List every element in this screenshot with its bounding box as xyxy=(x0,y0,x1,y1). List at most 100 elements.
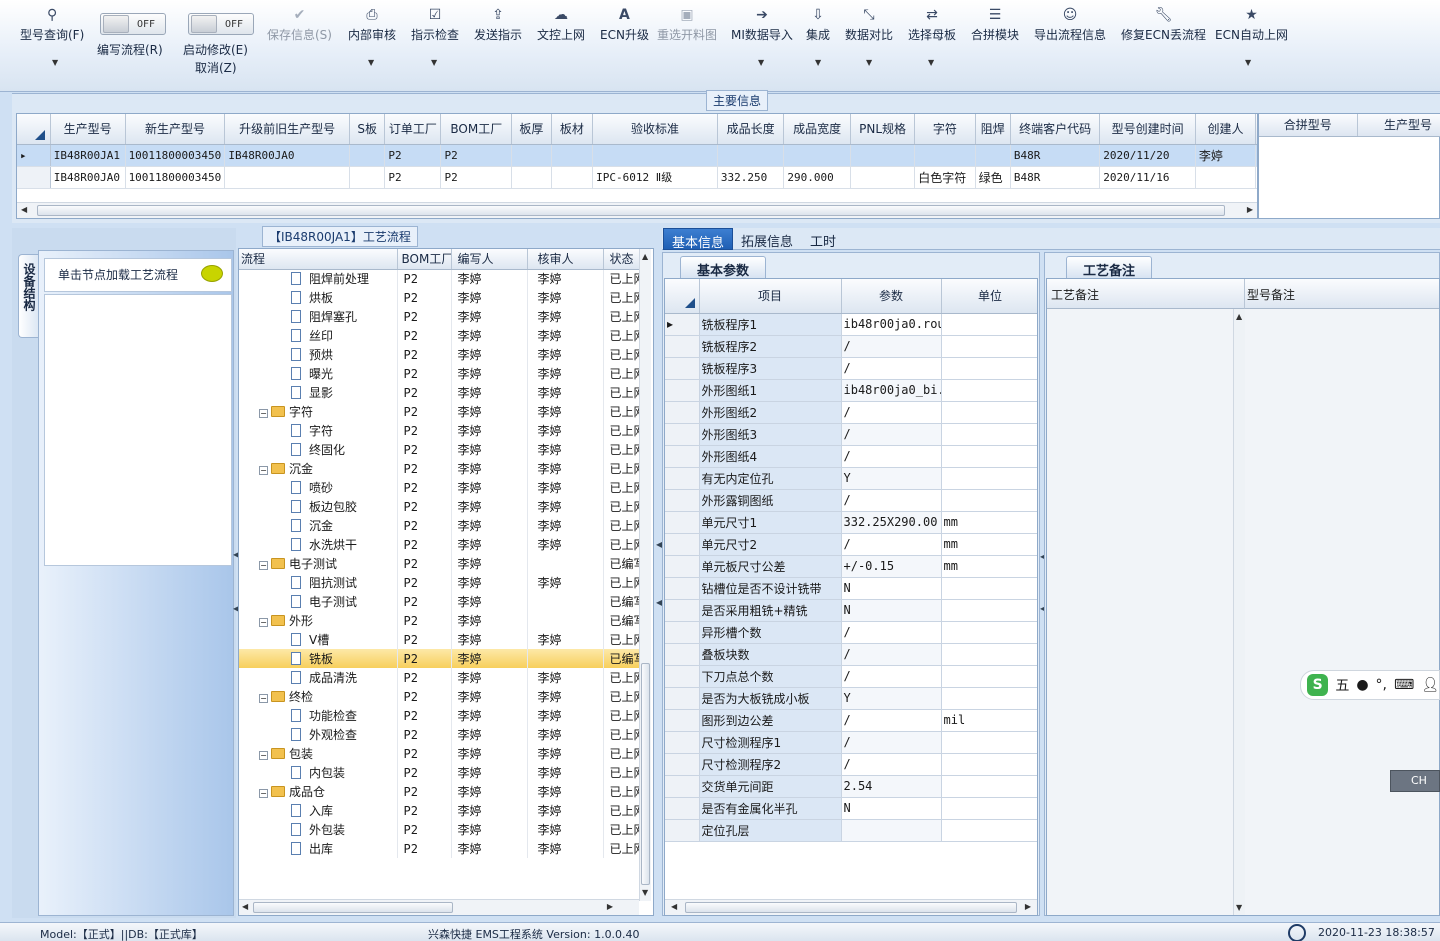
param-row[interactable]: 单元尺寸2/mm xyxy=(665,533,1037,556)
param-value-cell[interactable]: ib48r00ja0_bi... xyxy=(841,379,942,402)
row-selector[interactable] xyxy=(665,379,700,402)
param-row[interactable]: 交货单元间距 2.54 xyxy=(665,775,1037,798)
row-selector[interactable] xyxy=(665,445,700,468)
tree-hscroll[interactable]: ◀ ▶ xyxy=(239,899,639,915)
ecn-auto-online-caret[interactable]: ▼ xyxy=(1245,58,1251,67)
col-bom-factory[interactable]: BOM工厂 xyxy=(397,249,452,270)
param-value-cell[interactable]: / xyxy=(841,401,942,424)
col-creator[interactable]: 创建人 xyxy=(1195,114,1257,145)
data-compare-button[interactable]: ⤡ 数据对比 xyxy=(845,4,893,43)
row-selector[interactable] xyxy=(665,423,700,446)
param-value-cell[interactable]: / xyxy=(841,335,942,358)
col-end-customer-code[interactable]: 终端客户代码 xyxy=(1010,114,1101,145)
collapse-icon[interactable]: − xyxy=(259,789,268,798)
col-model-remark[interactable]: 型号备注 xyxy=(1245,279,1439,309)
param-row[interactable]: 外形露铜图纸 / xyxy=(665,489,1037,512)
tree-row[interactable]: 曝光P2李婷李婷已上网 xyxy=(239,364,640,383)
tab-basic-info[interactable]: 基本信息 xyxy=(663,228,734,251)
collapse-icon[interactable]: − xyxy=(259,409,268,418)
param-value-cell[interactable]: ib48r00ja0.rou xyxy=(841,313,942,336)
param-value-cell[interactable]: N xyxy=(841,599,942,622)
col-side-production-model[interactable]: 生产型号 xyxy=(1357,114,1440,137)
table-row[interactable]: ▸ IB48R00JA1 10011800003450 IB48R00JA0 P… xyxy=(17,144,1257,167)
tree-row[interactable]: 字符P2李婷李婷已上网 xyxy=(239,421,640,440)
row-selector[interactable] xyxy=(17,166,51,189)
collapse-icon[interactable]: − xyxy=(259,466,268,475)
param-value-cell[interactable]: 332.25X290.00 xyxy=(841,511,942,534)
main-grid-hscroll[interactable]: ◀ ▶ xyxy=(17,202,1257,218)
tree-row[interactable]: −字符P2李婷李婷已上网 xyxy=(239,402,640,421)
col-reviewer[interactable]: 核审人 xyxy=(527,249,604,270)
param-value-cell[interactable]: 2.54 xyxy=(841,775,942,798)
tree-row[interactable]: 铣板 P2李婷 已编写 xyxy=(239,649,640,668)
tree-row[interactable]: −包装P2李婷李婷已上网 xyxy=(239,744,640,763)
merge-module-button[interactable]: ☰ 合拼模块 xyxy=(971,4,1019,43)
integrate-button[interactable]: ⇩ 集成 xyxy=(806,4,830,43)
param-value-cell[interactable]: / xyxy=(841,533,942,556)
param-row[interactable]: 有无内定位孔 Y xyxy=(665,467,1037,490)
language-indicator[interactable]: CH xyxy=(1390,770,1440,792)
scroll-left-arrow[interactable]: ◀ xyxy=(242,902,248,911)
scroll-up-arrow[interactable]: ▲ xyxy=(642,252,648,261)
tree-row[interactable]: 阻焊塞孔P2李婷李婷已上网 xyxy=(239,307,640,326)
col-order-factory[interactable]: 订单工厂 xyxy=(384,114,442,145)
col-model-created-time[interactable]: 型号创建时间 xyxy=(1099,114,1196,145)
scroll-right-arrow[interactable]: ▶ xyxy=(1247,205,1253,214)
tree-row[interactable]: −沉金P2李婷李婷已上网 xyxy=(239,459,640,478)
edit-mode-toggle[interactable]: OFF xyxy=(188,13,254,35)
row-selector[interactable]: ▸ xyxy=(17,144,51,167)
tree-row[interactable]: 入库P2李婷李婷已上网 xyxy=(239,801,640,820)
row-selector[interactable] xyxy=(665,797,700,820)
param-row[interactable]: 单元尺寸1 332.25X290.00 mm xyxy=(665,511,1037,534)
load-process-flow-button[interactable]: 单击节点加载工艺流程 xyxy=(44,258,232,292)
tree-row[interactable]: 水洗烘干P2李婷李婷已上网 xyxy=(239,535,640,554)
param-row[interactable]: 铣板程序2/ xyxy=(665,335,1037,358)
tree-row[interactable]: − 电子测试 P2李婷 已编写 xyxy=(239,554,640,573)
param-value-cell[interactable]: / xyxy=(841,643,942,666)
scroll-down-arrow[interactable]: ▼ xyxy=(1236,903,1242,912)
row-selector[interactable] xyxy=(665,599,700,622)
tree-row[interactable]: V槽P2李婷李婷已上网 xyxy=(239,630,640,649)
tree-row[interactable]: 出库P2李婷李婷已上网 xyxy=(239,839,640,858)
col-unit[interactable]: 单位 xyxy=(941,279,1037,314)
tree-row[interactable]: 外包装P2李婷李婷已上网 xyxy=(239,820,640,839)
scroll-up-arrow[interactable]: ▲ xyxy=(1236,312,1242,321)
tree-row[interactable]: 预烘P2李婷李婷已上网 xyxy=(239,345,640,364)
param-row[interactable]: 是否为大板铣成小板 Y xyxy=(665,687,1037,710)
row-selector[interactable] xyxy=(665,335,700,358)
scroll-left-arrow[interactable]: ◀ xyxy=(671,902,677,911)
param-value-cell[interactable]: Y xyxy=(841,687,942,710)
model-query-button[interactable]: ⚲ 型号查询(F) xyxy=(20,4,84,43)
col-finished-length[interactable]: 成品长度 xyxy=(717,114,785,145)
col-acceptance-standard[interactable]: 验收标准 xyxy=(592,114,718,145)
col-board-thickness[interactable]: 板厚 xyxy=(511,114,552,145)
scroll-thumb[interactable] xyxy=(253,902,453,913)
send-instruction-button[interactable]: ⇪ 发送指示 xyxy=(474,4,522,43)
row-selector[interactable] xyxy=(665,731,700,754)
row-selector[interactable] xyxy=(665,511,700,534)
col-production-model[interactable]: 生产型号 xyxy=(50,114,126,145)
tree-row[interactable]: −终检P2李婷李婷已上网 xyxy=(239,687,640,706)
row-selector[interactable] xyxy=(665,665,700,688)
basic-params-title[interactable]: 基本参数 xyxy=(680,256,767,279)
cancel-button[interactable]: 取消(Z) xyxy=(195,59,237,76)
row-selector[interactable] xyxy=(665,687,700,710)
internal-review-caret[interactable]: ▼ xyxy=(368,58,374,67)
instruction-check-caret[interactable]: ▼ xyxy=(431,58,437,67)
param-value-cell[interactable] xyxy=(841,819,942,842)
col-finished-width[interactable]: 成品宽度 xyxy=(783,114,851,145)
param-value-cell[interactable]: Y xyxy=(841,467,942,490)
equipment-structure-tab[interactable]: 设备结构 xyxy=(18,254,38,338)
tree-row[interactable]: 喷砂P2李婷李婷已上网 xyxy=(239,478,640,497)
col-new-production-model[interactable]: 新生产型号 xyxy=(125,114,226,145)
tree-vscroll[interactable]: ▲ ▼ xyxy=(639,249,651,901)
row-selector[interactable] xyxy=(665,819,700,842)
tree-row[interactable]: 沉金P2李婷李婷已上网 xyxy=(239,516,640,535)
tree-row[interactable]: −成品仓P2李婷李婷已上网 xyxy=(239,782,640,801)
tree-row[interactable]: 阻抗测试P2李婷李婷已上网 xyxy=(239,573,640,592)
param-value-cell[interactable]: / xyxy=(841,753,942,776)
mi-data-import-button[interactable]: ➔ MI数据导入 xyxy=(731,4,793,43)
col-solder-mask[interactable]: 阻焊 xyxy=(975,114,1011,145)
param-value-cell[interactable]: / xyxy=(841,665,942,688)
keyboard-icon[interactable]: ⌨ xyxy=(1394,677,1414,693)
